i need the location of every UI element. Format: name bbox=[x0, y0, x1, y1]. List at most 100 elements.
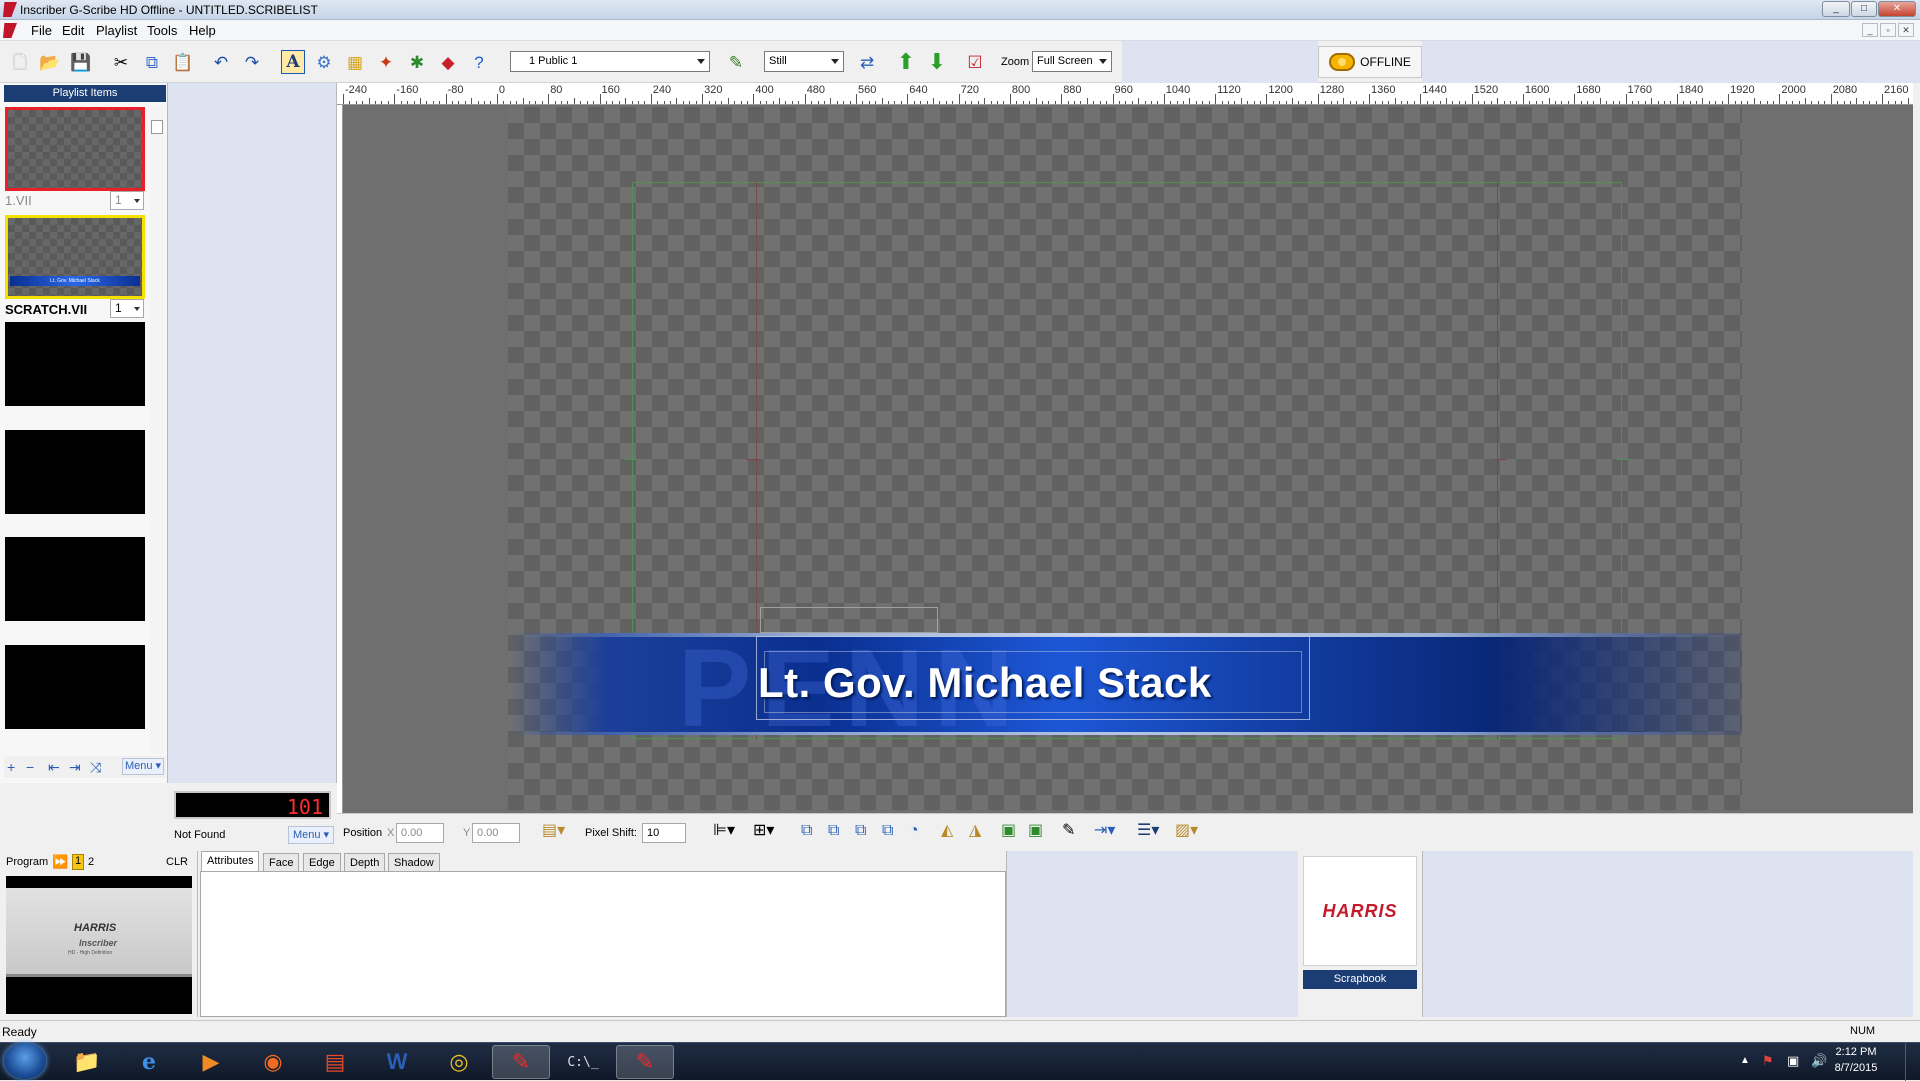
y-position-field[interactable]: 0.00 bbox=[472, 823, 520, 843]
flip-horizontal-icon[interactable]: ◭ bbox=[941, 823, 953, 839]
tab-attributes[interactable]: Attributes bbox=[201, 851, 260, 872]
remove-icon[interactable]: − bbox=[26, 759, 34, 775]
edit-page-icon[interactable]: ✎ bbox=[724, 50, 748, 74]
flip-vertical-icon[interactable]: ◮ bbox=[969, 823, 981, 839]
taskbar-clock[interactable]: 2:12 PM 8/7/2015 bbox=[1826, 1044, 1886, 1076]
playlist-thumb-empty[interactable] bbox=[5, 645, 145, 729]
channel-1-button[interactable]: 1 bbox=[72, 854, 84, 870]
network-icon[interactable]: ▣ bbox=[1787, 1053, 1799, 1069]
help-icon[interactable]: ? bbox=[467, 50, 491, 74]
x-position-field[interactable]: 0.00 bbox=[396, 823, 444, 843]
mdi-close-button[interactable]: ✕ bbox=[1898, 23, 1914, 37]
menu-file[interactable]: File bbox=[31, 23, 52, 38]
playlist-menu-button[interactable]: Menu ▾ bbox=[122, 758, 164, 775]
new-file-icon[interactable]: 🗋 bbox=[8, 50, 32, 74]
scrapbook-label[interactable]: Scrapbook bbox=[1303, 970, 1417, 989]
lower-third-text[interactable]: Lt. Gov. Michael Stack bbox=[758, 659, 1212, 707]
mdi-restore-button[interactable]: ▫ bbox=[1880, 23, 1896, 37]
scrapbook-thumb[interactable]: HARRIS bbox=[1303, 856, 1417, 966]
playlist-thumb-empty[interactable] bbox=[5, 537, 145, 621]
mdi-minimize-button[interactable]: _ bbox=[1862, 23, 1878, 37]
move-down-icon[interactable]: ⬇ bbox=[925, 50, 949, 74]
shape-icon[interactable]: ◔ bbox=[909, 823, 919, 839]
channel-select[interactable]: 1 Public 1 bbox=[510, 51, 710, 72]
menu-edit[interactable]: Edit bbox=[62, 23, 84, 38]
firefox-icon[interactable]: ◉ bbox=[244, 1045, 302, 1079]
internet-explorer-icon[interactable]: e bbox=[120, 1045, 178, 1079]
lower-third-graphic[interactable]: PENN Lt. Gov. Michael Stack bbox=[508, 633, 1742, 735]
playlist-item-number-select[interactable]: 1 bbox=[110, 299, 144, 318]
undo-icon[interactable]: ↶ bbox=[209, 50, 233, 74]
volume-icon[interactable]: 🔊 bbox=[1811, 1053, 1827, 1069]
align-left-icon[interactable]: ⊫▾ bbox=[713, 823, 735, 839]
move-up-icon[interactable]: ⬆ bbox=[894, 50, 918, 74]
playlist-thumb-empty[interactable] bbox=[5, 430, 145, 514]
inscriber-taskbar-icon-2[interactable]: ✎ bbox=[616, 1045, 674, 1079]
send-back-icon[interactable]: ⧉ bbox=[828, 823, 839, 839]
fast-forward-icon[interactable]: ⏩ bbox=[52, 854, 68, 870]
fill-icon[interactable]: ▤▾ bbox=[542, 823, 565, 839]
distribute-icon[interactable]: ⊞▾ bbox=[753, 823, 774, 839]
tab-face[interactable]: Face bbox=[263, 853, 300, 872]
maximize-button[interactable]: □ bbox=[1851, 1, 1877, 17]
zoom-select[interactable]: Full Screen bbox=[1032, 51, 1112, 72]
menu-help[interactable]: Help bbox=[189, 23, 216, 38]
show-desktop-button[interactable] bbox=[1905, 1043, 1917, 1081]
check-icon[interactable]: ☑ bbox=[963, 50, 987, 74]
close-button[interactable]: ✕ bbox=[1878, 1, 1916, 17]
edit-style-icon[interactable]: ✎ bbox=[1062, 823, 1075, 839]
playlist-thumb-2[interactable]: Lt. Gov. Michael Stack bbox=[5, 215, 145, 299]
scrollbar-thumb[interactable] bbox=[151, 120, 163, 134]
show-hidden-icons[interactable]: ▲ bbox=[1740, 1055, 1750, 1066]
layers-icon[interactable]: ▦ bbox=[343, 50, 367, 74]
channel-2-button[interactable]: 2 bbox=[88, 856, 94, 868]
start-button[interactable] bbox=[4, 1043, 46, 1079]
tab-depth[interactable]: Depth bbox=[344, 853, 386, 872]
menu-playlist[interactable]: Playlist bbox=[96, 23, 137, 38]
tab-shadow[interactable]: Shadow bbox=[388, 853, 440, 872]
offline-indicator[interactable]: OFFLINE bbox=[1318, 46, 1422, 78]
add-icon[interactable]: + bbox=[7, 759, 15, 775]
replace-icon[interactable]: ⇥ bbox=[69, 759, 81, 776]
selection-box[interactable] bbox=[760, 607, 938, 633]
playlist-thumb-empty[interactable] bbox=[5, 322, 145, 406]
reader-icon[interactable]: ▤ bbox=[306, 1045, 364, 1079]
save-icon[interactable]: 💾 bbox=[69, 50, 93, 74]
shuffle-icon[interactable]: ⤨ bbox=[90, 759, 101, 776]
tab-edge[interactable]: Edge bbox=[303, 853, 341, 872]
counter-menu-button[interactable]: Menu ▾ bbox=[288, 826, 334, 844]
playlist-scrollbar[interactable] bbox=[150, 106, 164, 754]
fit-icon[interactable]: ▣ bbox=[1001, 823, 1016, 839]
paste-icon[interactable]: 📋 bbox=[171, 50, 195, 74]
playlist-item-number-select[interactable]: 1 bbox=[110, 191, 144, 210]
word-icon[interactable]: W bbox=[368, 1045, 426, 1079]
insert-icon[interactable]: ⇤ bbox=[48, 759, 60, 776]
minimize-button[interactable]: _ bbox=[1822, 1, 1850, 17]
insert-object-icon[interactable]: ⇥▾ bbox=[1094, 823, 1115, 839]
resize-icon[interactable]: ▣ bbox=[1028, 823, 1043, 839]
pixel-shift-field[interactable]: 10 bbox=[642, 823, 686, 843]
media-player-icon[interactable]: ▶ bbox=[182, 1045, 240, 1079]
effects-icon[interactable]: ✦ bbox=[374, 50, 398, 74]
ungroup-icon[interactable]: ⧉ bbox=[882, 823, 893, 839]
explorer-icon[interactable]: 📁 bbox=[58, 1045, 116, 1079]
clear-button[interactable]: CLR bbox=[166, 856, 188, 868]
chrome-icon[interactable]: ◎ bbox=[430, 1045, 488, 1079]
action-center-icon[interactable]: ⚑ bbox=[1762, 1053, 1774, 1069]
command-prompt-icon[interactable]: C:\_ bbox=[554, 1045, 612, 1079]
redo-icon[interactable]: ↷ bbox=[240, 50, 264, 74]
bring-front-icon[interactable]: ⧉ bbox=[801, 823, 812, 839]
lines-icon[interactable]: ☰▾ bbox=[1137, 823, 1159, 839]
text-tool-icon[interactable]: A bbox=[281, 50, 305, 74]
render-icon[interactable]: ◆ bbox=[436, 50, 460, 74]
copy-icon[interactable]: ⧉ bbox=[140, 50, 164, 74]
page-counter[interactable]: 101 bbox=[174, 791, 331, 819]
style-palette-icon[interactable]: ▨▾ bbox=[1175, 823, 1198, 839]
animation-icon[interactable]: ✱ bbox=[405, 50, 429, 74]
inscriber-taskbar-icon[interactable]: ✎ bbox=[492, 1045, 550, 1079]
app-menu-icon[interactable] bbox=[3, 23, 17, 38]
swap-icon[interactable]: ⇄ bbox=[855, 50, 879, 74]
menu-tools[interactable]: Tools bbox=[147, 23, 177, 38]
mode-select[interactable]: Still bbox=[764, 51, 844, 72]
group-icon[interactable]: ⧉ bbox=[855, 823, 866, 839]
